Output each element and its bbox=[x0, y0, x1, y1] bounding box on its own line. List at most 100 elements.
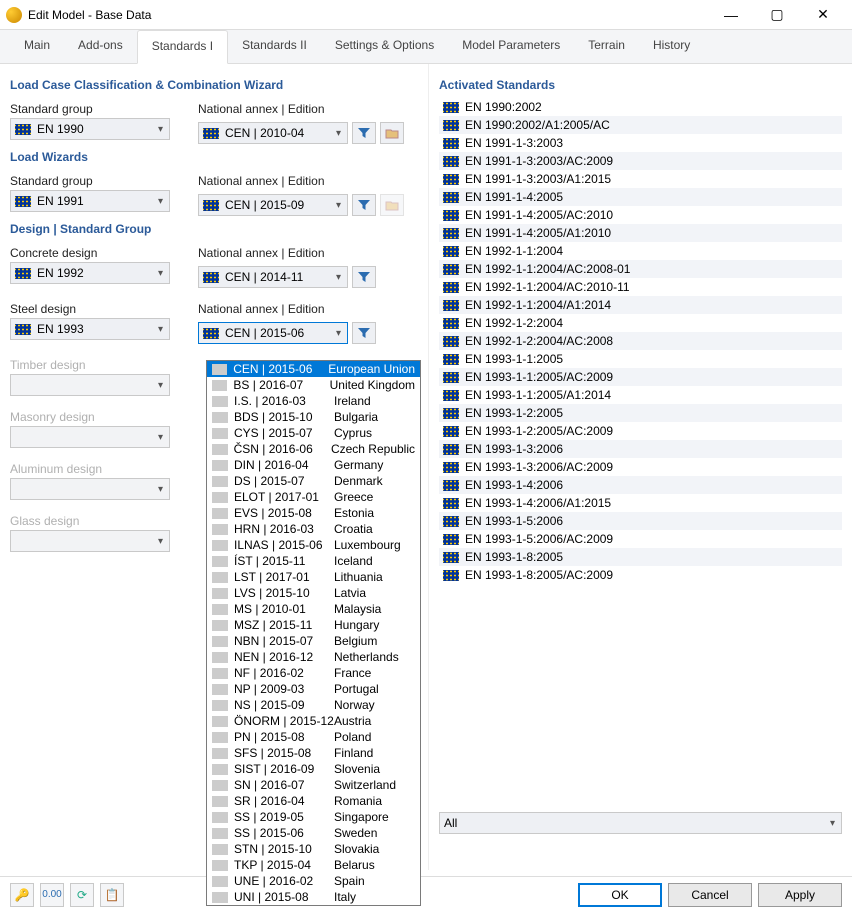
maximize-button[interactable]: ▢ bbox=[754, 0, 800, 30]
na-option[interactable]: SN | 2016-07Switzerland bbox=[207, 777, 420, 793]
na-option[interactable]: PN | 2015-08Poland bbox=[207, 729, 420, 745]
standard-item[interactable]: EN 1990:2002 bbox=[439, 98, 842, 116]
na-option[interactable]: ELOT | 2017-01Greece bbox=[207, 489, 420, 505]
standard-item[interactable]: EN 1991-1-3:2003 bbox=[439, 134, 842, 152]
na-option[interactable]: NBN | 2015-07Belgium bbox=[207, 633, 420, 649]
na-option[interactable]: UNE | 2016-02Spain bbox=[207, 873, 420, 889]
na-option[interactable]: ÍST | 2015-11Iceland bbox=[207, 553, 420, 569]
standard-item[interactable]: EN 1992-1-2:2004/AC:2008 bbox=[439, 332, 842, 350]
na-option[interactable]: SS | 2015-06Sweden bbox=[207, 825, 420, 841]
na-option[interactable]: MS | 2010-01Malaysia bbox=[207, 601, 420, 617]
standard-item[interactable]: EN 1993-1-2:2005 bbox=[439, 404, 842, 422]
na-option[interactable]: DIN | 2016-04Germany bbox=[207, 457, 420, 473]
standard-item[interactable]: EN 1993-1-8:2005 bbox=[439, 548, 842, 566]
standard-item[interactable]: EN 1993-1-5:2006 bbox=[439, 512, 842, 530]
na-option[interactable]: CEN | 2015-06European Union bbox=[207, 361, 420, 377]
combo-na-1[interactable]: CEN | 2010-04▾ bbox=[198, 122, 348, 144]
na-option[interactable]: HRN | 2016-03Croatia bbox=[207, 521, 420, 537]
tab-add-ons[interactable]: Add-ons bbox=[64, 30, 137, 63]
standard-item[interactable]: EN 1991-1-4:2005 bbox=[439, 188, 842, 206]
combo-std-1[interactable]: EN 1990▾ bbox=[10, 118, 170, 140]
minimize-button[interactable]: — bbox=[708, 0, 754, 30]
cancel-button[interactable]: Cancel bbox=[668, 883, 752, 907]
na-option[interactable]: NP | 2009-03Portugal bbox=[207, 681, 420, 697]
ok-button[interactable]: OK bbox=[578, 883, 662, 907]
na-option[interactable]: SR | 2016-04Romania bbox=[207, 793, 420, 809]
standard-item[interactable]: EN 1993-1-1:2005 bbox=[439, 350, 842, 368]
steel-na-dropdown-list[interactable]: CEN | 2015-06European UnionBS | 2016-07U… bbox=[206, 360, 421, 906]
na-option[interactable]: I.S. | 2016-03Ireland bbox=[207, 393, 420, 409]
combo-steel-std[interactable]: EN 1993▾ bbox=[10, 318, 170, 340]
na-option[interactable]: DS | 2015-07Denmark bbox=[207, 473, 420, 489]
standard-item[interactable]: EN 1991-1-3:2003/AC:2009 bbox=[439, 152, 842, 170]
standard-item[interactable]: EN 1991-1-4:2005/A1:2010 bbox=[439, 224, 842, 242]
standard-item[interactable]: EN 1991-1-3:2003/A1:2015 bbox=[439, 170, 842, 188]
standard-item[interactable]: EN 1992-1-1:2004 bbox=[439, 242, 842, 260]
standard-item[interactable]: EN 1992-1-1:2004/AC:2010-11 bbox=[439, 278, 842, 296]
folder-button[interactable] bbox=[380, 122, 404, 144]
standard-item[interactable]: EN 1993-1-2:2005/AC:2009 bbox=[439, 422, 842, 440]
folder-button[interactable] bbox=[380, 194, 404, 216]
standard-item[interactable]: EN 1993-1-4:2006 bbox=[439, 476, 842, 494]
na-option[interactable]: MSZ | 2015-11Hungary bbox=[207, 617, 420, 633]
filter-button[interactable] bbox=[352, 266, 376, 288]
tab-model-parameters[interactable]: Model Parameters bbox=[448, 30, 574, 63]
na-option[interactable]: SIST | 2016-09Slovenia bbox=[207, 761, 420, 777]
na-option[interactable]: ÖNORM | 2015-12Austria bbox=[207, 713, 420, 729]
tab-standards-ii[interactable]: Standards II bbox=[228, 30, 321, 63]
apply-button[interactable]: Apply bbox=[758, 883, 842, 907]
na-option[interactable]: NEN | 2016-12Netherlands bbox=[207, 649, 420, 665]
filter-button[interactable] bbox=[352, 194, 376, 216]
standard-item[interactable]: EN 1993-1-3:2006 bbox=[439, 440, 842, 458]
chevron-down-icon: ▾ bbox=[156, 268, 165, 279]
standard-item[interactable]: EN 1993-1-8:2005/AC:2009 bbox=[439, 566, 842, 584]
na-option[interactable]: SS | 2019-05Singapore bbox=[207, 809, 420, 825]
combo-steel-na[interactable]: CEN | 2015-06▾ bbox=[198, 322, 348, 344]
standard-item[interactable]: EN 1993-1-1:2005/A1:2014 bbox=[439, 386, 842, 404]
tool-help[interactable]: 🔑 bbox=[10, 883, 34, 907]
na-option[interactable]: ČSN | 2016-06Czech Republic bbox=[207, 441, 420, 457]
filter-all-combo[interactable]: All▾ bbox=[439, 812, 842, 834]
standard-item[interactable]: EN 1992-1-1:2004/AC:2008-01 bbox=[439, 260, 842, 278]
na-option[interactable]: NS | 2015-09Norway bbox=[207, 697, 420, 713]
flag-icon bbox=[212, 524, 228, 535]
na-option[interactable]: LVS | 2015-10Latvia bbox=[207, 585, 420, 601]
na-option[interactable]: NF | 2016-02France bbox=[207, 665, 420, 681]
na-option[interactable]: STN | 2015-10Slovakia bbox=[207, 841, 420, 857]
tab-standards-i[interactable]: Standards I bbox=[137, 30, 228, 64]
tool-units[interactable]: 0.00 bbox=[40, 883, 64, 907]
combo-std-2[interactable]: EN 1991▾ bbox=[10, 190, 170, 212]
na-option[interactable]: ILNAS | 2015-06Luxembourg bbox=[207, 537, 420, 553]
tool-copy[interactable]: 📋 bbox=[100, 883, 124, 907]
standard-item[interactable]: EN 1992-1-1:2004/A1:2014 bbox=[439, 296, 842, 314]
na-option[interactable]: UNI | 2015-08Italy bbox=[207, 889, 420, 905]
close-button[interactable]: ✕ bbox=[800, 0, 846, 30]
chevron-down-icon: ▾ bbox=[156, 380, 165, 391]
tool-refresh[interactable]: ⟳ bbox=[70, 883, 94, 907]
filter-button[interactable] bbox=[352, 122, 376, 144]
combo-concrete-na[interactable]: CEN | 2014-11▾ bbox=[198, 266, 348, 288]
tab-main[interactable]: Main bbox=[10, 30, 64, 63]
tab-terrain[interactable]: Terrain bbox=[574, 30, 639, 63]
standard-item[interactable]: EN 1990:2002/A1:2005/AC bbox=[439, 116, 842, 134]
activated-standards-list[interactable]: EN 1990:2002EN 1990:2002/A1:2005/ACEN 19… bbox=[439, 98, 842, 846]
standard-item[interactable]: EN 1993-1-5:2006/AC:2009 bbox=[439, 530, 842, 548]
na-option[interactable]: CYS | 2015-07Cyprus bbox=[207, 425, 420, 441]
na-option[interactable]: EVS | 2015-08Estonia bbox=[207, 505, 420, 521]
combo-na-2[interactable]: CEN | 2015-09▾ bbox=[198, 194, 348, 216]
na-option[interactable]: SFS | 2015-08Finland bbox=[207, 745, 420, 761]
standard-item[interactable]: EN 1993-1-3:2006/AC:2009 bbox=[439, 458, 842, 476]
standard-item[interactable]: EN 1992-1-2:2004 bbox=[439, 314, 842, 332]
filter-button[interactable] bbox=[352, 322, 376, 344]
tab-settings-options[interactable]: Settings & Options bbox=[321, 30, 448, 63]
flag-icon bbox=[212, 556, 228, 567]
na-option[interactable]: BDS | 2015-10Bulgaria bbox=[207, 409, 420, 425]
na-option[interactable]: BS | 2016-07United Kingdom bbox=[207, 377, 420, 393]
standard-item[interactable]: EN 1993-1-4:2006/A1:2015 bbox=[439, 494, 842, 512]
tab-history[interactable]: History bbox=[639, 30, 704, 63]
standard-item[interactable]: EN 1993-1-1:2005/AC:2009 bbox=[439, 368, 842, 386]
combo-concrete-std[interactable]: EN 1992▾ bbox=[10, 262, 170, 284]
na-option[interactable]: LST | 2017-01Lithuania bbox=[207, 569, 420, 585]
standard-item[interactable]: EN 1991-1-4:2005/AC:2010 bbox=[439, 206, 842, 224]
na-option[interactable]: TKP | 2015-04Belarus bbox=[207, 857, 420, 873]
